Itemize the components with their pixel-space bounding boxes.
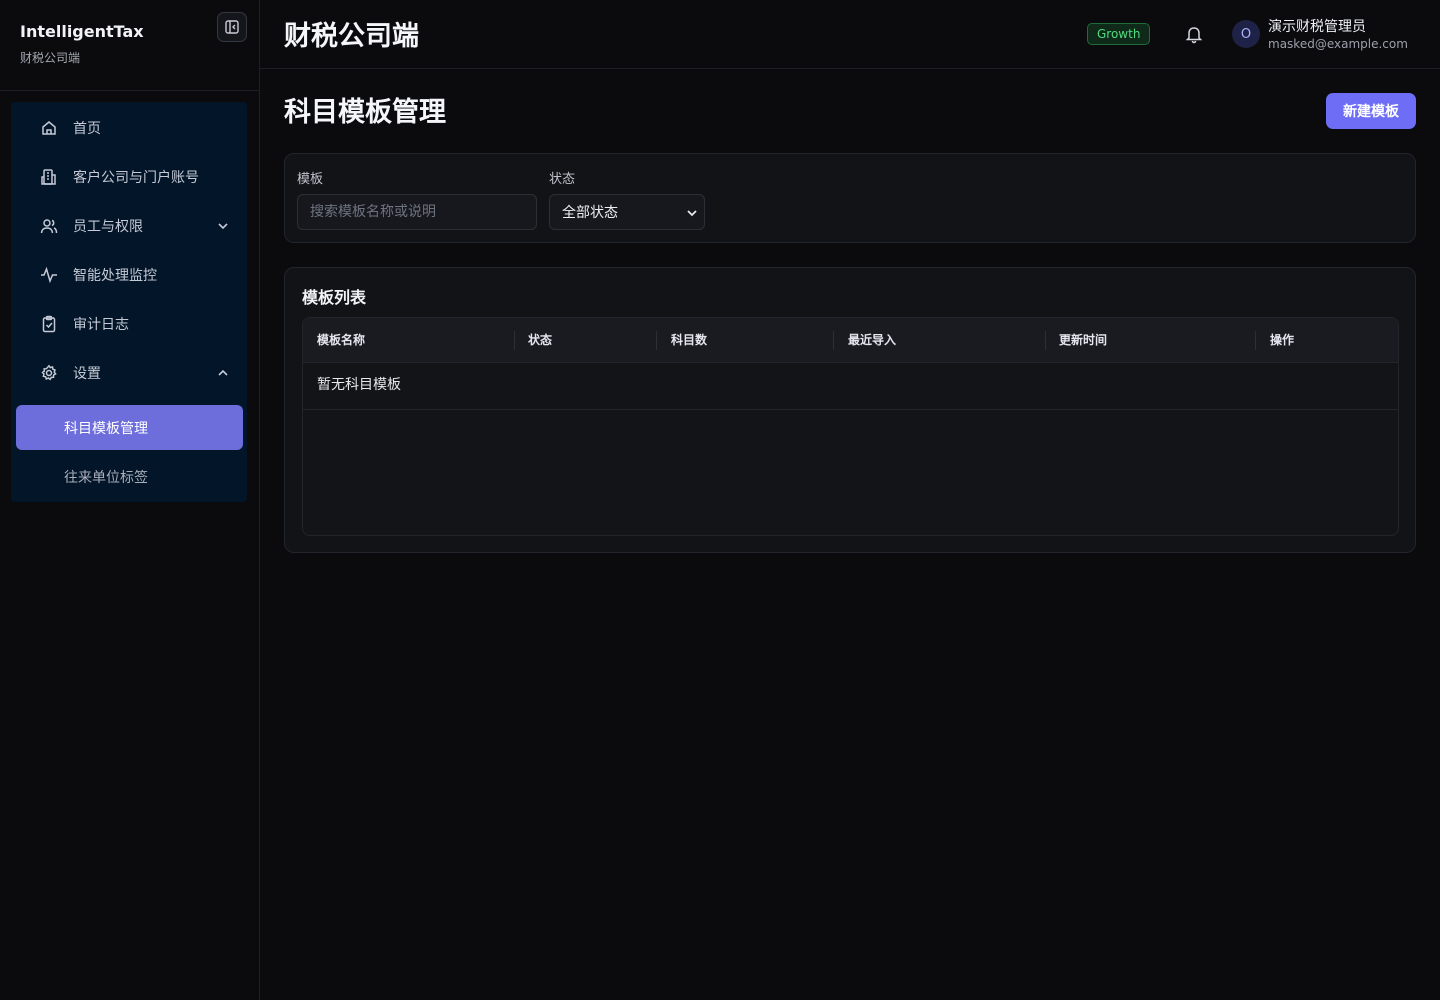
chevron-down-icon (218, 223, 228, 230)
template-list-title: 模板列表 (302, 288, 367, 307)
sidebar-item-clients[interactable]: 客户公司与门户账号 (23, 155, 243, 199)
status-select[interactable]: 全部状态 (549, 194, 705, 230)
column-header-last-import: 最近导入 (848, 333, 897, 347)
brand-subtitle: 财税公司端 (20, 51, 81, 65)
template-filter-label: 模板 (297, 172, 324, 187)
template-search-input[interactable] (297, 194, 537, 230)
sidebar-item-label: 设置 (73, 366, 101, 382)
filter-card: 模板 状态 全部状态 (284, 153, 1416, 243)
new-template-button[interactable]: 新建模板 (1326, 93, 1416, 129)
sidebar-item-label: 首页 (73, 121, 101, 137)
activity-icon (39, 265, 59, 285)
sidebar-item-home[interactable]: 首页 (23, 106, 243, 150)
page-title: 科目模板管理 (284, 97, 446, 128)
column-divider (656, 331, 657, 350)
sidebar-divider (0, 90, 259, 91)
bell-icon (1185, 27, 1203, 44)
user-email: masked@example.com (1268, 37, 1408, 51)
table-header: 模板名称 状态 科目数 最近导入 更新时间 操作 (303, 318, 1398, 363)
sidebar-item-label: 智能处理监控 (73, 268, 157, 284)
sidebar: IntelligentTax 财税公司端 首页 客户公司与门户账号 员工与权限 … (0, 0, 260, 1000)
header-title: 财税公司端 (284, 21, 419, 52)
avatar[interactable]: O (1232, 20, 1260, 48)
column-divider (514, 331, 515, 350)
app-root: IntelligentTax 财税公司端 首页 客户公司与门户账号 员工与权限 … (0, 0, 1440, 1000)
sidebar-subitem-counterparty-tags[interactable]: 往来单位标签 (16, 454, 243, 499)
column-header-name: 模板名称 (317, 333, 366, 347)
sidebar-item-label: 客户公司与门户账号 (73, 170, 199, 186)
gear-icon (39, 363, 59, 383)
collapse-sidebar-button[interactable] (217, 12, 247, 42)
home-icon (39, 118, 59, 138)
sidebar-subitem-label: 往来单位标签 (64, 469, 148, 486)
clipboard-check-icon (39, 314, 59, 334)
sidebar-item-audit-log[interactable]: 审计日志 (23, 302, 243, 346)
column-divider (1045, 331, 1046, 350)
brand: IntelligentTax 财税公司端 (20, 22, 144, 66)
column-header-status: 状态 (528, 333, 553, 347)
sidebar-item-label: 审计日志 (73, 317, 129, 333)
sidebar-subitem-account-templates[interactable]: 科目模板管理 (16, 405, 243, 450)
building-icon (39, 167, 59, 187)
sidebar-subitem-label: 科目模板管理 (64, 420, 148, 437)
notifications-button[interactable] (1184, 24, 1204, 44)
column-divider (833, 331, 834, 350)
sidebar-item-staff[interactable]: 员工与权限 (23, 204, 243, 248)
sidebar-collapse-icon (225, 20, 239, 34)
column-header-account-count: 科目数 (671, 333, 708, 347)
column-header-updated-at: 更新时间 (1059, 333, 1108, 347)
users-icon (39, 216, 59, 236)
column-divider (1255, 331, 1256, 350)
user-name[interactable]: 演示财税管理员 (1268, 16, 1366, 36)
empty-state-row: 暂无科目模板 (303, 363, 1398, 410)
status-select-value: 全部状态 (562, 205, 618, 221)
column-header-actions: 操作 (1270, 333, 1295, 347)
chevron-up-icon (218, 369, 228, 376)
sidebar-item-settings[interactable]: 设置 (23, 351, 243, 395)
plan-badge: Growth (1087, 23, 1151, 45)
sidebar-item-monitor[interactable]: 智能处理监控 (23, 253, 243, 297)
status-filter-label: 状态 (549, 172, 576, 187)
template-table: 模板名称 状态 科目数 最近导入 更新时间 操作 暂无科目模板 (302, 317, 1399, 536)
brand-name: IntelligentTax (20, 22, 144, 41)
chevron-down-icon (687, 210, 697, 217)
top-header: 财税公司端 Growth O 演示财税管理员 masked@example.co… (260, 0, 1440, 69)
sidebar-item-label: 员工与权限 (73, 219, 143, 235)
template-list-card: 模板列表 模板名称 状态 科目数 最近导入 更新时间 操作 暂无科目模板 (284, 267, 1416, 553)
